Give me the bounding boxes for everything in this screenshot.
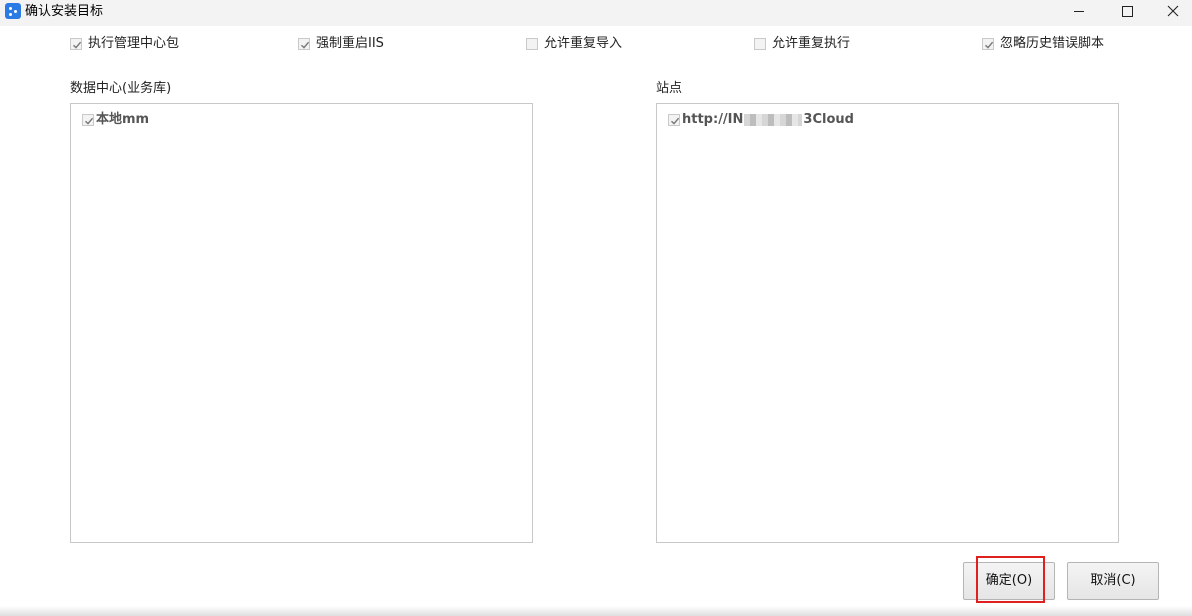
option-checkbox[interactable]	[754, 38, 766, 50]
title-bar: 确认安装目标	[0, 0, 1192, 26]
item-label: 本地mm	[96, 112, 150, 127]
minimize-button[interactable]	[1056, 0, 1102, 24]
option-label: 允许重复导入	[544, 36, 623, 51]
option-checkbox[interactable]	[982, 38, 994, 50]
maximize-icon	[1122, 6, 1133, 17]
ok-button[interactable]: 确定(O)	[963, 562, 1055, 600]
checkmark-icon	[985, 41, 994, 49]
datacenter-list[interactable]: 本地mm	[70, 103, 533, 543]
close-icon	[1167, 5, 1179, 17]
window-title: 确认安装目标	[25, 4, 104, 19]
option-label: 忽略历史错误脚本	[1000, 36, 1105, 51]
app-logo-icon	[5, 3, 21, 19]
cancel-button[interactable]: 取消(C)	[1067, 562, 1159, 600]
item-label: http://IN 3Cloud	[682, 112, 854, 128]
site-url-prefix: http://IN	[682, 112, 744, 127]
site-url-suffix: 3Cloud	[803, 112, 854, 127]
option-label: 强制重启IIS	[316, 36, 384, 51]
close-button[interactable]	[1150, 0, 1192, 24]
checkmark-icon	[73, 41, 82, 49]
site-label: 站点	[656, 81, 683, 96]
datacenter-label: 数据中心(业务库)	[70, 81, 172, 96]
confirm-install-target-dialog: 确认安装目标 执行管理中心包 强制重启IIS 允许重复导入 允许重复执行 忽略历…	[0, 0, 1192, 616]
site-list[interactable]: http://IN 3Cloud	[656, 103, 1119, 543]
redacted-region	[744, 113, 803, 126]
option-checkbox[interactable]	[298, 38, 310, 50]
item-checkbox[interactable]	[82, 114, 94, 126]
checkmark-icon	[671, 117, 680, 125]
option-checkbox[interactable]	[526, 38, 538, 50]
maximize-button[interactable]	[1104, 0, 1150, 24]
window-bottom-edge	[0, 606, 1192, 616]
checkmark-icon	[85, 117, 94, 125]
checkmark-icon	[301, 41, 310, 49]
option-label: 执行管理中心包	[88, 36, 180, 51]
minimize-icon	[1074, 11, 1084, 12]
option-checkbox[interactable]	[70, 38, 82, 50]
option-label: 允许重复执行	[772, 36, 851, 51]
item-checkbox[interactable]	[668, 114, 680, 126]
